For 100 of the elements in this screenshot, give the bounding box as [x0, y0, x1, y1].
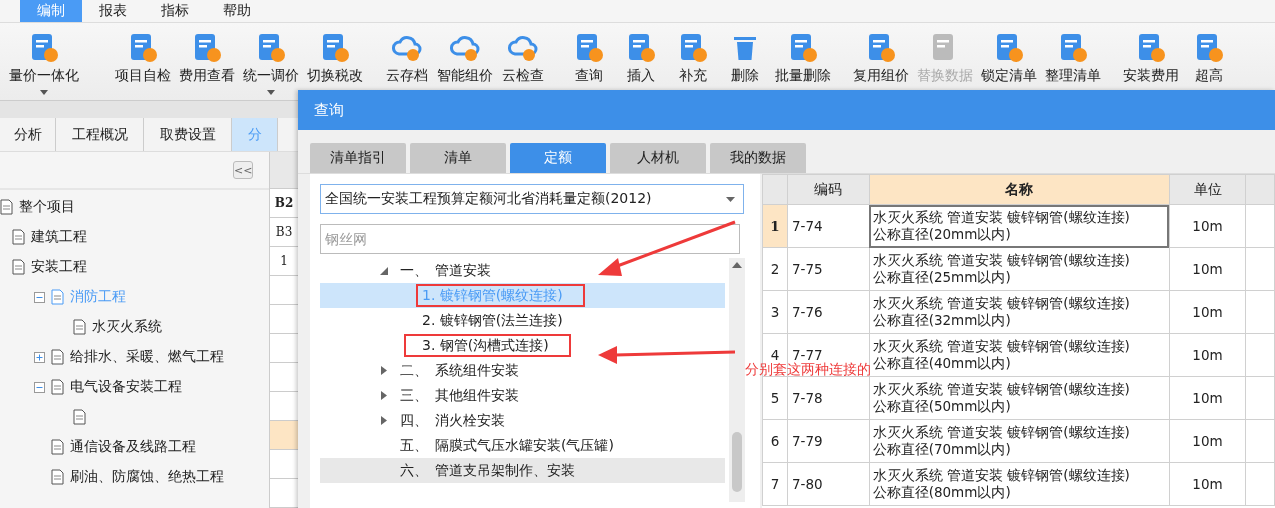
scrollbar[interactable] — [729, 258, 745, 502]
section-number: 一、 — [400, 261, 429, 280]
toolbar-button[interactable]: 超高 — [1184, 23, 1234, 85]
document-badge-icon — [192, 33, 222, 63]
tree-item[interactable]: 其他组件安装 — [435, 386, 519, 405]
table-cell: 10m — [1169, 290, 1246, 334]
document-icon — [51, 289, 64, 305]
row-number: 3 — [762, 290, 788, 334]
scroll-up-arrow-icon[interactable] — [732, 262, 742, 268]
tree-item[interactable]: 消火栓安装 — [435, 411, 505, 430]
toolbar-button[interactable]: 费用查看 — [176, 23, 238, 85]
row-number: 6 — [762, 419, 788, 463]
table-cell: 10m — [1169, 376, 1246, 420]
toolbar-button[interactable]: 项目自检 — [112, 23, 174, 85]
tab[interactable]: 清单 — [410, 143, 506, 173]
table-cell: 10m — [1169, 462, 1246, 506]
section-number: 三、 — [400, 386, 429, 405]
tree-item[interactable]: 刷油、防腐蚀、绝热工程 — [70, 468, 224, 486]
menu-item[interactable]: 报表 — [82, 0, 144, 22]
search-field[interactable]: 钢丝网 — [320, 224, 740, 254]
tab[interactable]: 分析 — [0, 118, 56, 151]
cloud-icon — [392, 33, 422, 63]
document-badge-icon — [128, 33, 158, 63]
collapsed-triangle-icon[interactable] — [380, 416, 388, 425]
table-cell: 水灭火系统 管道安装 镀锌钢管(螺纹连接) 公称直径(32mm以内) — [869, 290, 1170, 334]
cloud-icon — [508, 33, 538, 63]
tab[interactable]: 清单指引 — [310, 143, 406, 173]
tree-item[interactable]: 整个项目 — [19, 198, 75, 216]
collapse-button[interactable]: << — [233, 161, 254, 179]
toolbar-button[interactable]: 查询 — [564, 23, 614, 85]
table-cell: 10m — [1169, 333, 1246, 377]
caret-icon — [40, 90, 48, 95]
document-badge-icon — [678, 33, 708, 63]
tree-item[interactable]: 3. 钢管(沟槽式连接) — [404, 334, 571, 357]
table-cell: 7-78 — [787, 376, 870, 420]
toolbar-button[interactable]: 删除 — [720, 23, 770, 85]
row-number: 7 — [762, 462, 788, 506]
expanded-triangle-icon[interactable] — [380, 266, 388, 275]
document-badge-icon — [994, 33, 1024, 63]
table-cell: 水灭火系统 管道安装 镀锌钢管(螺纹连接) 公称直径(20mm以内) — [869, 204, 1170, 248]
toolbar-button[interactable]: 补充 — [668, 23, 718, 85]
table-cell: 10m — [1169, 247, 1246, 291]
tree-item[interactable]: 安装工程 — [31, 258, 87, 276]
document-badge-icon — [1058, 33, 1088, 63]
tab[interactable]: 我的数据 — [710, 143, 806, 173]
toolbar-button[interactable]: 锁定清单 — [978, 23, 1040, 85]
toolbar-button[interactable]: 切换税改 — [304, 23, 366, 85]
document-icon — [73, 409, 86, 425]
document-badge-icon — [1194, 33, 1224, 63]
table-cell: 7-79 — [787, 419, 870, 463]
section-number: 五、 — [400, 436, 429, 455]
toolbar-button[interactable]: 复用组价 — [850, 23, 912, 85]
tab[interactable]: 工程概况 — [56, 118, 144, 151]
scrollbar-thumb[interactable] — [732, 432, 742, 492]
toolbar-button[interactable]: 云存档 — [382, 23, 432, 85]
column-header[interactable]: 名称 — [869, 174, 1170, 205]
table-cell: 水灭火系统 管道安装 镀锌钢管(螺纹连接) 公称直径(25mm以内) — [869, 247, 1170, 291]
menu-item[interactable]: 指标 — [144, 0, 206, 22]
tree-item[interactable]: 建筑工程 — [31, 228, 87, 246]
tree-item[interactable]: 2. 镀锌钢管(法兰连接) — [416, 309, 585, 332]
tree-item[interactable]: 通信设备及线路工程 — [70, 438, 196, 456]
document-badge-icon — [1136, 33, 1166, 63]
document-badge-icon — [320, 33, 350, 63]
tree-item[interactable]: 给排水、采暖、燃气工程 — [70, 348, 224, 366]
tree-item[interactable]: 系统组件安装 — [435, 361, 519, 380]
toolbar-button[interactable]: 整理清单 — [1042, 23, 1104, 85]
column-header[interactable]: 编码 — [787, 174, 870, 205]
toolbar-button[interactable]: 云检查 — [498, 23, 548, 85]
dialog-title: 查询 — [298, 90, 1275, 130]
collapse-toggle[interactable] — [34, 381, 45, 393]
document-icon — [51, 439, 64, 455]
document-icon — [73, 319, 86, 335]
caret-icon — [267, 90, 275, 95]
document-badge-icon — [866, 33, 896, 63]
collapsed-triangle-icon[interactable] — [380, 366, 388, 375]
toolbar-button[interactable]: 安装费用 — [1120, 23, 1182, 85]
document-icon — [12, 229, 25, 245]
tab[interactable]: 人材机 — [610, 143, 706, 173]
table-cell: 10m — [1169, 204, 1246, 248]
tree-item[interactable]: 水灭火系统 — [92, 318, 162, 336]
library-dropdown[interactable]: 全国统一安装工程预算定额河北省消耗量定额(2012) — [320, 184, 744, 214]
collapsed-triangle-icon[interactable] — [380, 391, 388, 400]
toolbar-button[interactable]: 批量删除 — [772, 23, 834, 85]
menu-item[interactable]: 帮助 — [206, 0, 268, 22]
table-cell: 7-75 — [787, 247, 870, 291]
column-header[interactable]: 单位 — [1169, 174, 1246, 205]
toolbar-button[interactable]: 量价一体化 — [6, 23, 82, 95]
tree-item[interactable]: 管道支吊架制作、安装 — [435, 461, 575, 480]
tree-item[interactable]: 电气设备安装工程 — [70, 378, 182, 396]
row-number: 1 — [762, 204, 788, 248]
toolbar-button[interactable]: 智能组价 — [434, 23, 496, 85]
table-cell: 7-76 — [787, 290, 870, 334]
collapse-toggle[interactable] — [34, 291, 45, 303]
tree-item[interactable]: 管道安装 — [435, 261, 491, 280]
section-number: 六、 — [400, 461, 429, 480]
expand-toggle[interactable] — [34, 351, 45, 363]
toolbar-button[interactable]: 插入 — [616, 23, 666, 85]
document-badge-icon — [626, 33, 656, 63]
tree-item[interactable]: 隔膜式气压水罐安装(气压罐) — [435, 436, 614, 455]
cloud-icon — [450, 33, 480, 63]
